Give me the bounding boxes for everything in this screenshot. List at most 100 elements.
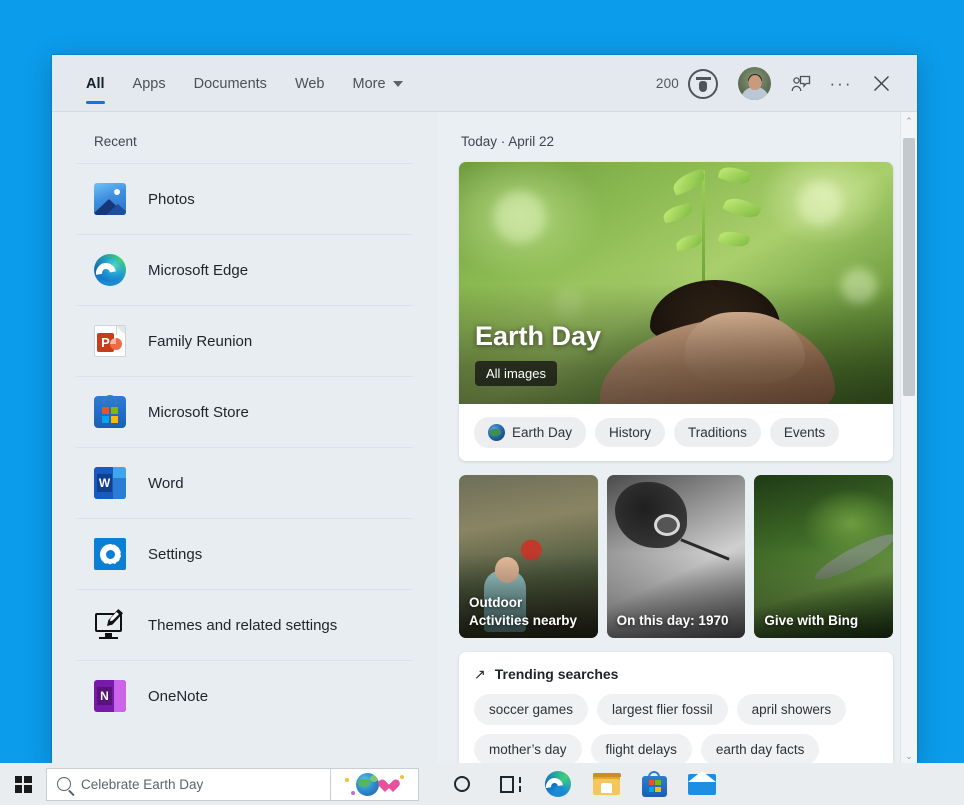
trending-arrow-icon: ↗ — [474, 667, 486, 681]
list-item-label: Family Reunion — [148, 333, 252, 350]
tab-apps[interactable]: Apps — [119, 55, 180, 112]
chip-label: Traditions — [688, 425, 747, 440]
tab-web[interactable]: Web — [281, 55, 339, 112]
list-item[interactable]: Settings — [76, 518, 413, 589]
tile-row: Outdoor Activities nearby On this day: 1… — [459, 475, 893, 638]
search-body: Recent Photos Microsoft Edge P Family Re… — [52, 112, 917, 765]
chip-history[interactable]: History — [595, 418, 665, 447]
search-input-value: Celebrate Earth Day — [81, 777, 203, 792]
tile-label-line1: Outdoor — [469, 595, 522, 610]
list-item-label: Themes and related settings — [148, 617, 337, 634]
tab-all[interactable]: All — [72, 55, 119, 112]
hero-title: Earth Day — [475, 321, 601, 352]
tile-label: Give with Bing — [764, 612, 885, 629]
chip-events[interactable]: Events — [770, 418, 839, 447]
trending-chip[interactable]: flight delays — [591, 734, 692, 765]
cortana-icon[interactable] — [441, 763, 483, 805]
scrollbar-track[interactable] — [901, 130, 917, 747]
tab-apps-label: Apps — [133, 76, 166, 92]
chip-label: Earth Day — [512, 425, 572, 440]
tile-label: On this day: 1970 — [617, 612, 738, 629]
tile-on-this-day[interactable]: On this day: 1970 — [607, 475, 746, 638]
feedback-person-icon[interactable] — [783, 66, 819, 102]
taskbar: Celebrate Earth Day — [0, 763, 964, 805]
taskbar-icons — [441, 763, 723, 805]
trending-chip[interactable]: soccer games — [474, 694, 588, 725]
trending-chip[interactable]: mother’s day — [474, 734, 582, 765]
list-item[interactable]: N OneNote — [76, 660, 413, 731]
hero-card[interactable]: Earth Day All images Earth Day History T… — [459, 162, 893, 461]
trending-title: Trending searches — [495, 666, 619, 682]
list-item-label: Microsoft Store — [148, 404, 249, 421]
list-item[interactable]: Microsoft Store — [76, 376, 413, 447]
earth-day-doodle-icon[interactable] — [331, 768, 419, 801]
globe-icon — [488, 424, 505, 441]
trending-chip[interactable]: earth day facts — [701, 734, 820, 765]
tab-more-label: More — [353, 76, 386, 92]
chip-label: Events — [784, 425, 825, 440]
tab-web-label: Web — [295, 76, 325, 92]
tab-documents-label: Documents — [194, 76, 267, 92]
trending-chip[interactable]: largest flier fossil — [597, 694, 728, 725]
tab-all-label: All — [86, 76, 105, 92]
chip-earth-day[interactable]: Earth Day — [474, 417, 586, 448]
tile-label-line2: Activities nearby — [469, 613, 577, 628]
rewards-points: 200 — [656, 76, 679, 91]
onenote-icon: N — [94, 680, 126, 712]
hero-image: Earth Day All images — [459, 162, 893, 404]
hero-chip-row: Earth Day History Traditions Events — [459, 404, 893, 461]
list-item[interactable]: W Word — [76, 447, 413, 518]
themes-monitor-brush-icon — [94, 609, 126, 641]
search-header: All Apps Documents Web More 200 — [52, 55, 917, 112]
tile-label: Outdoor Activities nearby — [469, 594, 590, 629]
list-item[interactable]: Themes and related settings — [76, 589, 413, 660]
close-x-icon[interactable] — [863, 66, 899, 102]
chip-label: History — [609, 425, 651, 440]
recent-section-label: Recent — [76, 112, 413, 163]
date-header: Today · April 22 — [459, 112, 899, 162]
photos-icon — [94, 183, 126, 215]
ellipsis-icon[interactable]: ··· — [823, 66, 859, 102]
mail-icon[interactable] — [681, 763, 723, 805]
windows-search-window: All Apps Documents Web More 200 — [52, 55, 917, 765]
list-item-label: OneNote — [148, 688, 208, 705]
tab-documents[interactable]: Documents — [180, 55, 281, 112]
windows-start-icon[interactable] — [0, 763, 46, 805]
all-images-badge[interactable]: All images — [475, 361, 557, 386]
recent-pane: Recent Photos Microsoft Edge P Family Re… — [52, 112, 437, 765]
trending-header: ↗ Trending searches — [474, 666, 878, 682]
scrollbar-thumb[interactable] — [903, 138, 915, 396]
edge-icon[interactable] — [537, 763, 579, 805]
trending-searches-card: ↗ Trending searches soccer games largest… — [459, 652, 893, 765]
list-item[interactable]: Photos — [76, 163, 413, 234]
list-item-label: Settings — [148, 546, 202, 563]
search-input[interactable]: Celebrate Earth Day — [46, 768, 331, 801]
scroll-up-arrow-icon[interactable]: ⌃ — [905, 112, 913, 130]
trending-chip[interactable]: april showers — [737, 694, 847, 725]
tab-more[interactable]: More — [339, 55, 417, 112]
tab-bar: All Apps Documents Web More — [52, 55, 417, 112]
list-item[interactable]: P Family Reunion — [76, 305, 413, 376]
file-explorer-icon[interactable] — [585, 763, 627, 805]
tile-outdoor-activities[interactable]: Outdoor Activities nearby — [459, 475, 598, 638]
list-item[interactable]: Microsoft Edge — [76, 234, 413, 305]
tile-give-with-bing[interactable]: Give with Bing — [754, 475, 893, 638]
chevron-down-icon — [393, 81, 403, 87]
settings-gear-icon — [94, 538, 126, 570]
trending-chip-list: soccer games largest flier fossil april … — [474, 694, 878, 765]
content-pane: Today · April 22 — [437, 112, 917, 765]
search-magnifier-icon — [57, 777, 71, 791]
task-view-icon[interactable] — [489, 763, 531, 805]
edge-icon — [94, 254, 126, 286]
microsoft-store-icon — [94, 396, 126, 428]
rewards-button[interactable]: 200 — [648, 69, 726, 99]
chip-traditions[interactable]: Traditions — [674, 418, 761, 447]
vertical-scrollbar[interactable]: ⌃ ⌄ — [900, 112, 917, 765]
microsoft-store-icon[interactable] — [633, 763, 675, 805]
list-item-label: Microsoft Edge — [148, 262, 248, 279]
medal-icon — [688, 69, 718, 99]
list-item-label: Photos — [148, 191, 195, 208]
header-actions: 200 ··· — [648, 55, 917, 112]
word-icon: W — [94, 467, 126, 499]
avatar[interactable] — [738, 67, 771, 100]
